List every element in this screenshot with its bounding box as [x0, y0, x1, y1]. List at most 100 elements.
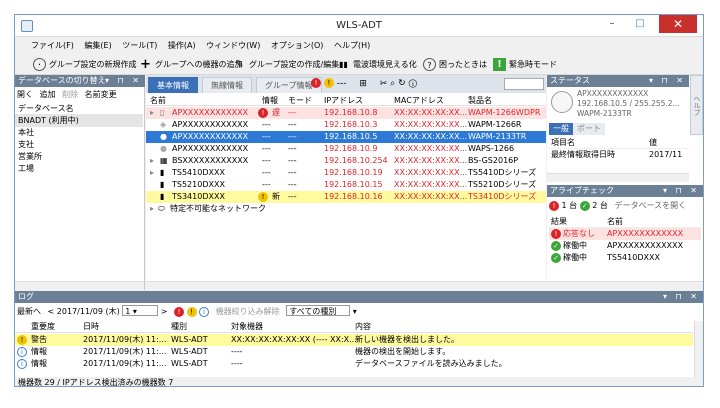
col-ip[interactable]: IPアドレス	[324, 95, 363, 106]
menu-action[interactable]: 操作(A)	[164, 38, 200, 53]
info-filter-icon[interactable]: i	[199, 306, 210, 317]
close-button[interactable]: ✕	[659, 15, 697, 33]
table-row[interactable]: ▸ ▯ APXXXXXXXXXXXX ! 遅 --- 192.168.10.8 …	[146, 107, 546, 119]
refresh-icon[interactable]: ↻	[398, 79, 406, 89]
expand-arrow-icon[interactable]: ▸	[150, 203, 154, 215]
table-row[interactable]: ● APXXXXXXXXXXXX --- --- 192.168.10.5 XX…	[146, 131, 546, 143]
tab-wireless-info[interactable]: 無線情報	[202, 77, 252, 93]
add-db-button[interactable]: 追加	[40, 90, 56, 99]
list-item[interactable]: 営業所	[15, 151, 143, 163]
menu-help[interactable]: ヘルプ(H)	[330, 38, 374, 53]
table-row[interactable]: ● APXXXXXXXXXXXX --- --- 192.168.10.9 XX…	[146, 143, 546, 155]
search-icon[interactable]: ⌕	[390, 79, 395, 89]
col-level[interactable]: 重要度	[31, 321, 55, 332]
menu-window[interactable]: ウィンドウ(W)	[202, 38, 264, 53]
list-item[interactable]: 工場	[15, 163, 143, 175]
help-trouble-button[interactable]: ? 困ったときは	[423, 57, 487, 72]
database-list-header: データベース名	[15, 103, 143, 115]
expand-icon[interactable]: ⊞	[359, 79, 367, 89]
panel-controls[interactable]: ▾ ⊓ ✕	[105, 75, 142, 87]
table-row[interactable]: ! 応答なし APXXXXXXXXXXXX	[549, 228, 701, 240]
vertical-scrollbar[interactable]	[694, 321, 703, 377]
latest-button[interactable]: 最新へ	[17, 307, 41, 316]
table-row[interactable]: i 情報 2017/11/09(木) 11:... WLS-ADT ---- 機…	[15, 346, 693, 358]
col-mode[interactable]: モード	[288, 95, 312, 106]
check-icon[interactable]: ✓	[579, 200, 590, 211]
col-date[interactable]: 日時	[83, 321, 99, 332]
device-name: BSXXXXXXXXXXXX	[172, 156, 249, 165]
panel-controls[interactable]: ▾ ⊓ ✕	[663, 185, 700, 197]
col-product[interactable]: 製品名	[468, 95, 492, 106]
horizontal-scrollbar[interactable]	[146, 281, 546, 290]
table-row[interactable]: ▮ TS5210DXXX --- --- 192.168.10.15 XX:XX…	[146, 179, 546, 191]
error-icon[interactable]: !	[549, 200, 559, 211]
delete-db-button[interactable]: 削除	[62, 90, 78, 99]
open-db-button[interactable]: 開く	[17, 90, 33, 99]
menu-tools[interactable]: ツール(T)	[118, 38, 161, 53]
emergency-mode-button[interactable]: ! 緊急時モード	[493, 57, 557, 72]
new-group-button[interactable]: · グループ設定の新規作成	[33, 57, 137, 72]
list-item[interactable]: BNADT (利用中)	[15, 115, 143, 127]
filter-clear-button[interactable]: 機器絞り込み解除	[216, 307, 280, 316]
horizontal-scrollbar[interactable]	[547, 281, 703, 290]
col-content[interactable]: 内容	[355, 321, 371, 332]
minimize-button[interactable]: –	[599, 15, 625, 33]
expand-arrow-icon[interactable]: ▸	[150, 167, 154, 179]
list-item[interactable]: 支社	[15, 139, 143, 151]
table-row[interactable]: ▸ ⬭ 特定不可能なネットワーク	[146, 203, 546, 215]
rename-db-button[interactable]: 名前変更	[85, 90, 117, 99]
tool-icon[interactable]: ✂	[380, 79, 388, 89]
table-row[interactable]: ▸ ▮ TS5410DXXX --- --- 192.168.10.19 XX:…	[146, 167, 546, 179]
menu-edit[interactable]: 編集(E)	[80, 38, 115, 53]
maximize-button[interactable]: □	[627, 15, 653, 33]
col-name[interactable]: 名前	[150, 95, 166, 106]
table-row[interactable]: ! 警告 2017/11/09(木) 11:... WLS-ADT XX:XX:…	[15, 334, 693, 346]
info-filter-icon[interactable]: ⓘ	[409, 79, 417, 89]
chevron-down-icon[interactable]: ▾	[353, 307, 357, 316]
error-filter-icon[interactable]: !	[174, 306, 185, 317]
device-search-input[interactable]	[504, 78, 544, 90]
expand-arrow-icon[interactable]: ▸	[150, 155, 154, 167]
panel-controls[interactable]: ▾ ⊓ ✕	[663, 291, 700, 303]
menu-options[interactable]: オプション(O)	[267, 38, 328, 53]
device-product: WAPS-1266	[468, 144, 515, 153]
table-row[interactable]: ◈ APXXXXXXXXXXXX --- --- 192.168.10.3 XX…	[146, 119, 546, 131]
device-product: TS5410Dシリーズ	[468, 168, 537, 177]
horizontal-scrollbar[interactable]	[547, 173, 689, 182]
error-filter-icon[interactable]: !	[311, 78, 321, 88]
help-side-tab[interactable]: ヘルプ	[690, 75, 703, 135]
col-target[interactable]: 対象機器	[231, 321, 263, 332]
tab-port[interactable]: ポート	[573, 123, 605, 135]
tab-general[interactable]: 一般	[549, 123, 573, 135]
radio-visual-button[interactable]: ▮▮ 電波環境見える化	[337, 57, 417, 72]
pencil-icon: ✎	[235, 59, 244, 70]
menu-file[interactable]: ファイル(F)	[27, 38, 78, 53]
open-database-button[interactable]: データベースを開く	[614, 201, 686, 210]
warning-filter-icon[interactable]: !	[323, 78, 334, 88]
prev-day-button[interactable]: <	[48, 307, 55, 316]
warning-filter-icon[interactable]: !	[186, 306, 197, 317]
next-day-button[interactable]: >	[161, 307, 168, 316]
table-row[interactable]: ✓ 稼働中 TS5410DXXX	[549, 252, 701, 264]
list-item[interactable]: 本社	[15, 127, 143, 139]
type-select[interactable]: すべての種別	[286, 305, 351, 316]
add-device-button[interactable]: + グループへの機器の追加	[139, 57, 242, 72]
right-panel: ステータス ▾ ⊓ ✕ ヘルプ APXXXXXXXXXXXX 192.168.1…	[547, 75, 703, 290]
edit-group-button[interactable]: ✎ グループ設定の作成/編集	[233, 57, 339, 72]
page-select[interactable]: 1 ▾	[122, 305, 159, 316]
question-icon: ?	[423, 58, 436, 71]
menu-bar: ファイル(F) 編集(E) ツール(T) 操作(A) ウィンドウ(W) オプショ…	[15, 38, 703, 53]
table-row[interactable]: ▸ ▦ BSXXXXXXXXXXXX --- --- 192.168.10.25…	[146, 155, 546, 167]
col-type[interactable]: 種別	[171, 321, 187, 332]
tab-basic-info[interactable]: 基本情報	[148, 77, 198, 93]
panel-controls[interactable]: ▾ ⊓ ✕	[649, 75, 686, 87]
dash-filter-icon[interactable]: ---	[337, 79, 347, 89]
col-mac[interactable]: MACアドレス	[394, 95, 444, 106]
table-row[interactable]: ▮ TS3410DXXX ! 新 --- 192.168.10.16 XX:XX…	[146, 191, 546, 203]
col-info[interactable]: 情報	[262, 95, 278, 106]
table-row[interactable]: i 情報 2017/11/09(木) 11:... WLS-ADT ---- デ…	[15, 358, 693, 370]
horizontal-scrollbar[interactable]	[15, 281, 144, 290]
access-point-icon: ●	[160, 132, 167, 141]
table-row[interactable]: ✓ 稼働中 APXXXXXXXXXXXX	[549, 240, 701, 252]
expand-arrow-icon[interactable]: ▸	[150, 107, 154, 119]
